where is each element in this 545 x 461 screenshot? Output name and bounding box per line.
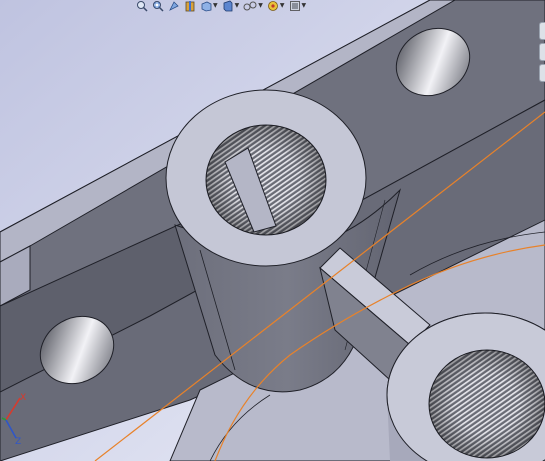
model-view[interactable] <box>0 0 545 461</box>
chevron-down-icon: ▼ <box>279 2 285 9</box>
hide-show-icon <box>243 1 257 11</box>
triad-x-axis <box>5 397 21 421</box>
display-style-icon <box>223 0 233 12</box>
chevron-down-icon: ▼ <box>234 2 240 9</box>
edit-appearance-button[interactable]: ▼ <box>267 0 285 12</box>
chevron-down-icon: ▼ <box>213 2 218 9</box>
triad-z-axis <box>5 419 17 439</box>
zoom-to-area-button[interactable] <box>152 0 164 12</box>
previous-view-button[interactable] <box>168 0 180 12</box>
zoom-area-icon <box>153 1 164 12</box>
view-orientation-button[interactable]: ▼ <box>200 0 218 12</box>
apply-scene-button[interactable]: ▼ <box>289 0 307 12</box>
chevron-down-icon: ▼ <box>301 2 307 9</box>
reference-triad: X Z <box>1 393 26 446</box>
zoom-fit-icon <box>137 1 148 12</box>
triad-z-label: Z <box>15 437 21 446</box>
chevron-down-icon: ▼ <box>258 2 263 9</box>
scene-icon <box>289 1 300 11</box>
zoom-to-fit-button[interactable] <box>136 0 148 12</box>
display-style-button[interactable]: ▼ <box>222 0 240 12</box>
graphics-viewport[interactable]: ▼ ▼ ▼ ▼ ▼ X Z <box>0 0 545 461</box>
appearance-icon <box>267 1 278 11</box>
section-view-icon <box>185 1 195 12</box>
task-pane-tab-2[interactable] <box>539 43 545 61</box>
task-pane-tab-1[interactable] <box>539 22 545 40</box>
task-pane-tabs <box>539 22 545 82</box>
triad-y-axis <box>1 417 7 421</box>
heads-up-view-toolbar: ▼ ▼ ▼ ▼ ▼ <box>136 0 306 12</box>
hide-show-items-button[interactable]: ▼ <box>243 0 263 12</box>
task-pane-tab-3[interactable] <box>539 64 545 82</box>
view-orientation-icon <box>201 1 212 12</box>
triad-x-label: X <box>20 393 26 403</box>
previous-view-icon <box>169 1 179 11</box>
section-view-button[interactable] <box>184 0 196 12</box>
